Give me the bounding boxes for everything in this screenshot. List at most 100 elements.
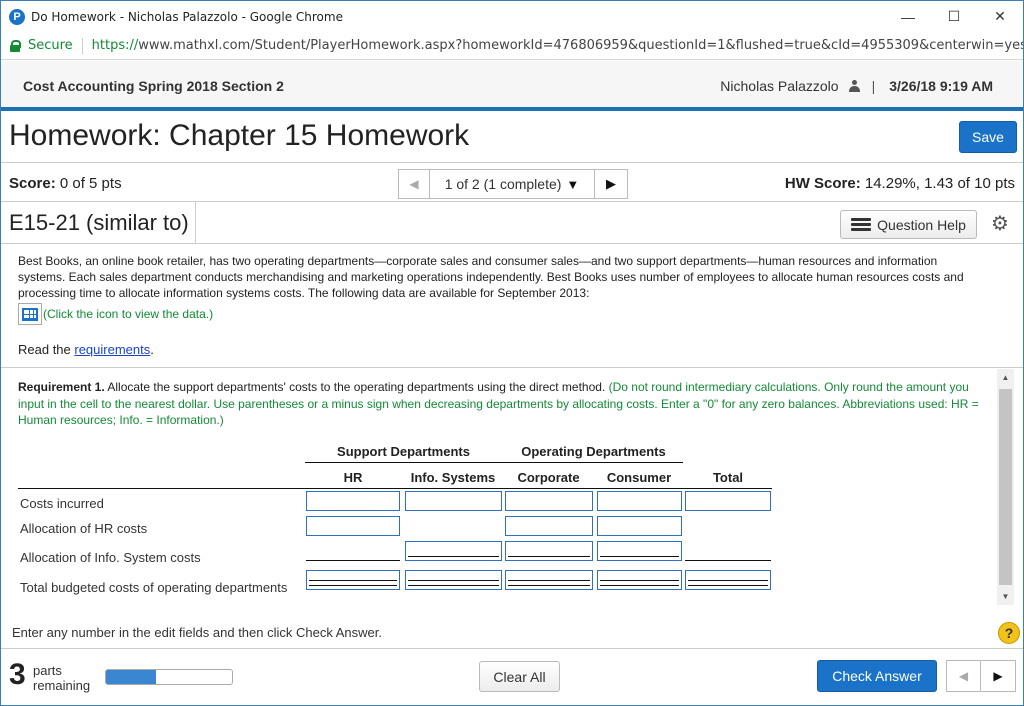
row-label-allocation-info: Allocation of Info. System costs (20, 550, 201, 565)
input-alloc-hr-consumer[interactable] (597, 516, 682, 536)
triangle-right-icon: ▶ (606, 176, 616, 191)
scroll-up-arrow-icon[interactable]: ▲ (997, 369, 1014, 386)
col-header-corporate: Corporate (517, 470, 580, 485)
clear-all-button[interactable]: Clear All (479, 661, 560, 692)
next-question-button[interactable]: ▶ (594, 169, 628, 199)
url-path: www.mathxl.com/Student/PlayerHomework.as… (138, 38, 1023, 53)
previous-question-button[interactable]: ◀ (398, 169, 430, 199)
question-id: E15-21 (similar to) (1, 202, 196, 244)
page-title: Homework: Chapter 15 Homework (9, 119, 470, 152)
hw-score-value: 14.29%, 1.43 of 10 pts (864, 175, 1015, 192)
score-row: Score: 0 of 5 pts ◀ 1 of 2 (1 complete) ▼… (1, 162, 1023, 202)
input-total-corporate[interactable] (505, 570, 593, 590)
input-alloc-hr-hr[interactable] (306, 516, 400, 536)
triangle-left-icon: ◀ (409, 177, 419, 191)
score: Score: 0 of 5 pts (9, 175, 122, 192)
column-header-rule (18, 488, 772, 489)
gear-icon[interactable]: ⚙ (991, 211, 1009, 236)
view-data-link[interactable]: (Click the icon to view the data.) (18, 303, 978, 325)
progress-fill (106, 670, 157, 684)
user-name: Nicholas Palazzolo (720, 78, 839, 94)
parts-label-line2: remaining (33, 678, 91, 693)
input-costs-consumer[interactable] (597, 491, 682, 511)
question-help-label: Question Help (877, 216, 966, 233)
col-header-total: Total (712, 470, 744, 485)
question-id-row: E15-21 (similar to) Question Help (1, 202, 1023, 244)
course-header: Cost Accounting Spring 2018 Section 2 Ni… (1, 61, 1023, 111)
footer-navigator: ◀ ▶ (946, 660, 1016, 692)
hw-score: HW Score: 14.29%, 1.43 of 10 pts (785, 175, 1015, 192)
view-data-label[interactable]: (Click the icon to view the data.) (43, 306, 213, 322)
title-bar: P Do Homework - Nicholas Palazzolo - Goo… (1, 1, 1023, 32)
input-costs-info[interactable] (405, 491, 502, 511)
question-position: 1 of 2 (1 complete) (444, 176, 562, 192)
maximize-button[interactable]: ☐ (931, 1, 977, 32)
caret-down-icon: ▼ (566, 176, 580, 192)
footer-previous-button[interactable]: ◀ (946, 660, 981, 692)
col-header-consumer: Consumer (606, 470, 672, 485)
window-title: Do Homework - Nicholas Palazzolo - Googl… (31, 9, 343, 24)
question-navigator: ◀ 1 of 2 (1 complete) ▼ ▶ (398, 169, 628, 199)
input-alloc-info-corporate[interactable] (505, 541, 593, 561)
input-alloc-info-consumer[interactable] (597, 541, 682, 561)
header-datetime: 3/26/18 9:19 AM (889, 78, 993, 94)
scroll-thumb[interactable] (999, 389, 1012, 585)
group-header-rule (305, 462, 683, 463)
user-info: Nicholas Palazzolo | 3/26/18 9:19 AM (720, 78, 993, 94)
secure-label: Secure (27, 38, 73, 53)
minimize-button[interactable]: — (885, 1, 931, 32)
triangle-right-icon: ▶ (993, 669, 1003, 683)
list-icon (851, 217, 872, 232)
close-button[interactable]: ✕ (977, 1, 1023, 32)
input-costs-hr[interactable] (306, 491, 400, 511)
address-bar[interactable]: Secure https://www.mathxl.com/Student/Pl… (1, 32, 1023, 60)
save-button[interactable]: Save (959, 121, 1017, 153)
input-total-hr[interactable] (306, 570, 400, 590)
footer-divider (1, 648, 1023, 649)
question-intro: Best Books, an online book retailer, has… (18, 253, 978, 325)
requirements-link[interactable]: requirements (74, 342, 150, 357)
requirement-text: Allocate the support departments' costs … (104, 380, 609, 394)
row-label-costs-incurred: Costs incurred (20, 496, 104, 511)
parts-remaining-label: parts remaining (33, 663, 90, 693)
parts-remaining-count: 3 (9, 658, 26, 691)
table-grid-icon[interactable] (18, 303, 42, 325)
browser-window: P Do Homework - Nicholas Palazzolo - Goo… (0, 0, 1024, 706)
group-header-operating: Operating Departments (521, 444, 666, 459)
user-icon[interactable] (848, 80, 860, 92)
underline-alloc-info-total (685, 560, 771, 561)
score-value: 0 of 5 pts (59, 175, 122, 192)
read-requirements: Read the requirements. (18, 342, 154, 357)
requirement-1-text: Requirement 1. Allocate the support depa… (18, 379, 984, 429)
lock-icon (10, 40, 21, 52)
help-icon[interactable]: ? (998, 622, 1020, 644)
underline-alloc-info-hr (306, 560, 400, 561)
header-separator: | (871, 78, 876, 94)
url-scheme: https:// (91, 38, 139, 53)
parts-progress-bar (105, 669, 233, 685)
input-total-consumer[interactable] (597, 570, 682, 590)
input-alloc-info-info[interactable] (405, 541, 502, 561)
read-suffix: . (150, 342, 154, 357)
question-help-button[interactable]: Question Help (840, 210, 977, 239)
row-label-allocation-hr: Allocation of HR costs (20, 521, 148, 536)
input-costs-total[interactable] (685, 491, 771, 511)
input-total-total[interactable] (685, 570, 771, 590)
section-divider (1, 367, 1023, 368)
triangle-left-icon: ◀ (958, 669, 969, 683)
requirement-label: Requirement 1. (18, 380, 105, 394)
answer-instruction: Enter any number in the edit fields and … (12, 625, 382, 640)
url-text[interactable]: https://www.mathxl.com/Student/PlayerHom… (92, 38, 1023, 53)
scroll-down-arrow-icon[interactable]: ▼ (997, 588, 1014, 605)
input-total-info[interactable] (405, 570, 502, 590)
row-label-total-budgeted: Total budgeted costs of operating depart… (20, 580, 288, 595)
input-alloc-hr-corporate[interactable] (505, 516, 593, 536)
footer-next-button[interactable]: ▶ (981, 660, 1016, 692)
check-answer-button[interactable]: Check Answer (817, 660, 937, 692)
answer-scrollbar[interactable]: ▲ ▼ (997, 369, 1014, 605)
parts-label-line1: parts (33, 663, 62, 678)
question-select[interactable]: 1 of 2 (1 complete) ▼ (430, 169, 594, 199)
intro-text: Best Books, an online book retailer, has… (18, 254, 964, 300)
input-costs-corporate[interactable] (505, 491, 593, 511)
address-separator (81, 37, 83, 54)
